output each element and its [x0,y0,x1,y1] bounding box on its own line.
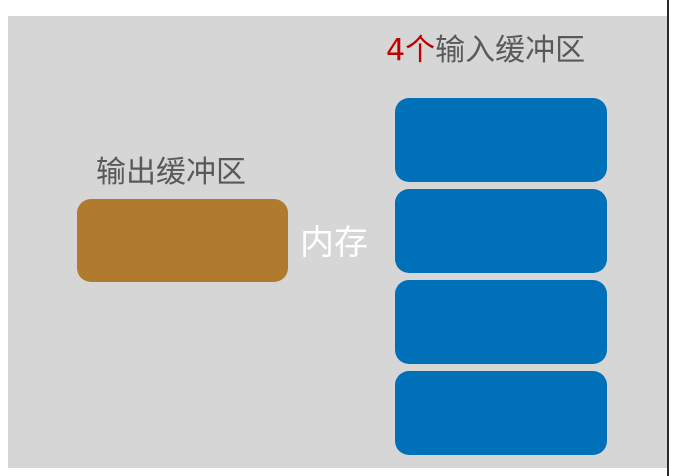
memory-label: 内存 [300,223,368,263]
input-buffers-title: 4个输入缓冲区 [386,36,585,66]
input-buffer-block-1 [395,98,607,182]
output-buffer-title: 输出缓冲区 [96,155,246,190]
input-buffer-block-2 [395,189,607,273]
right-border-line [667,0,669,476]
input-buffer-stack [395,98,607,462]
input-buffer-block-4 [395,371,607,455]
input-buffer-count-label: 4个 [386,33,436,68]
page: 4个输入缓冲区 输出缓冲区 内存 [0,0,673,476]
input-buffer-text-label: 输入缓冲区 [435,33,586,68]
output-buffer-block [77,199,288,282]
input-buffer-block-3 [395,280,607,364]
